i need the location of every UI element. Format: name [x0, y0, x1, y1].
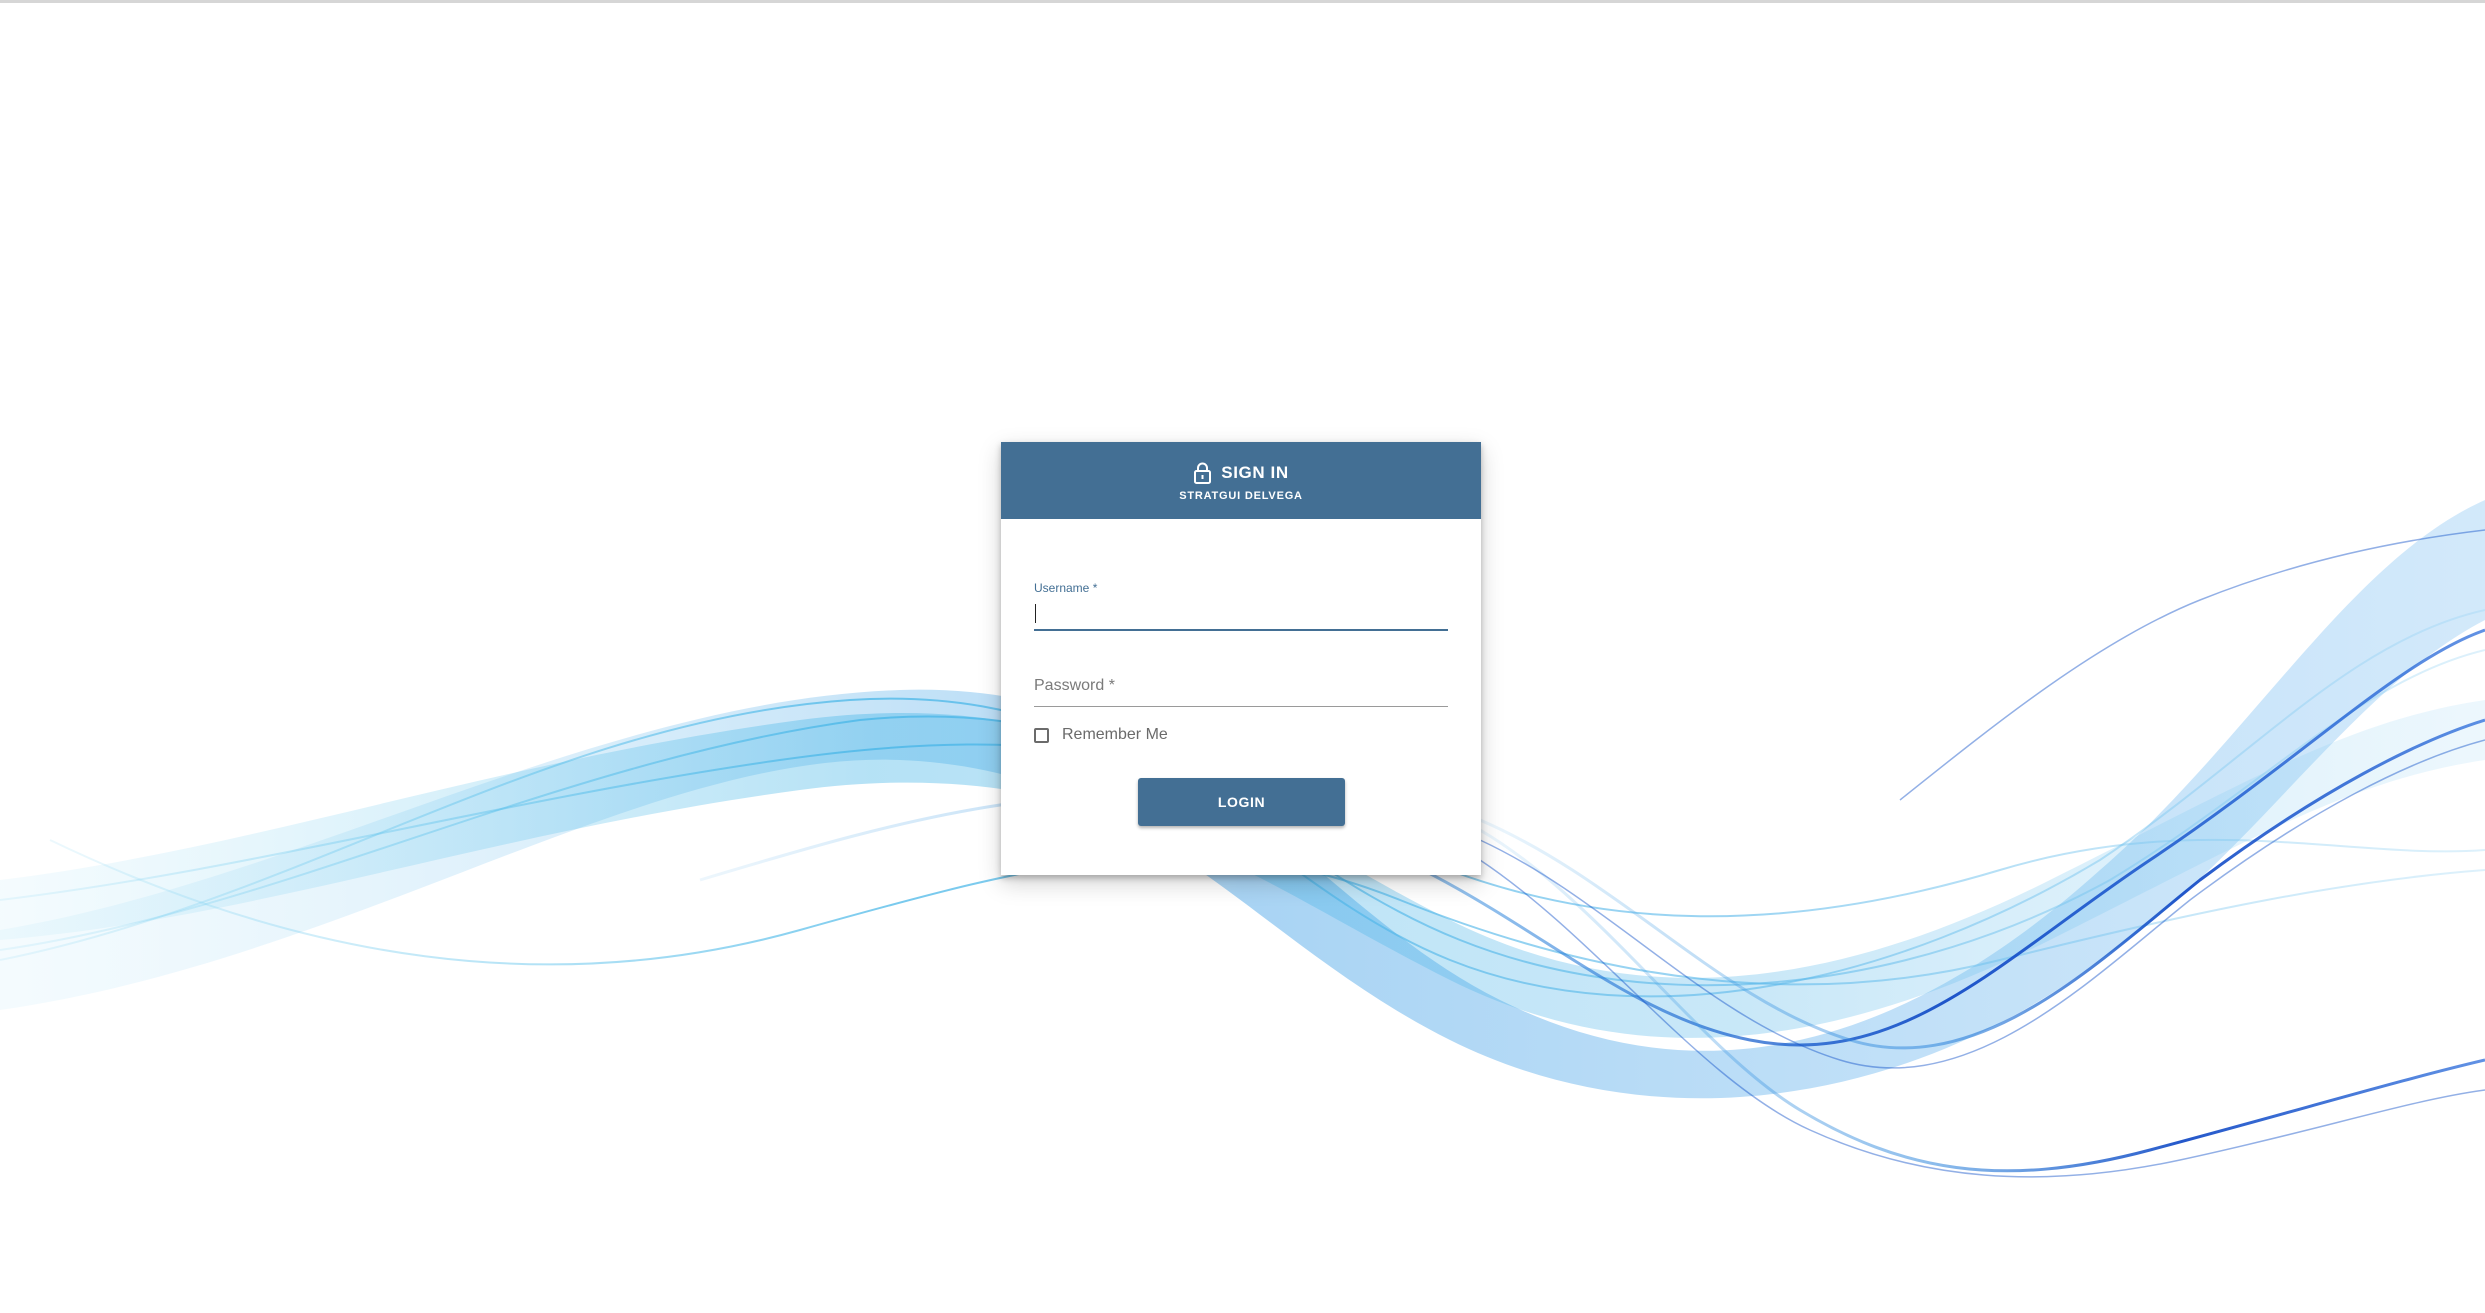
remember-me-row[interactable]: Remember Me	[1034, 722, 1168, 748]
username-field[interactable]: Username *	[1034, 581, 1448, 631]
text-caret	[1035, 604, 1036, 623]
login-button[interactable]: LOGIN	[1138, 778, 1345, 826]
lock-icon	[1193, 462, 1212, 484]
login-page: SIGN IN STRATGUI DELVEGA Username * Pass…	[0, 0, 2485, 1313]
remember-me-label[interactable]: Remember Me	[1062, 726, 1168, 744]
password-field[interactable]: Password *	[1034, 667, 1448, 707]
card-header: SIGN IN STRATGUI DELVEGA	[1001, 442, 1481, 519]
username-label: Username *	[1034, 581, 1098, 595]
app-name-subtitle: STRATGUI DELVEGA	[1179, 490, 1303, 502]
header-title-row: SIGN IN	[1001, 460, 1481, 486]
password-label: Password *	[1034, 677, 1115, 694]
remember-me-checkbox[interactable]	[1034, 727, 1049, 743]
username-underline	[1034, 629, 1448, 631]
sign-in-title: SIGN IN	[1221, 463, 1289, 482]
login-card: SIGN IN STRATGUI DELVEGA Username * Pass…	[1001, 442, 1481, 875]
password-underline	[1034, 706, 1448, 707]
username-input[interactable]	[1034, 603, 1448, 627]
